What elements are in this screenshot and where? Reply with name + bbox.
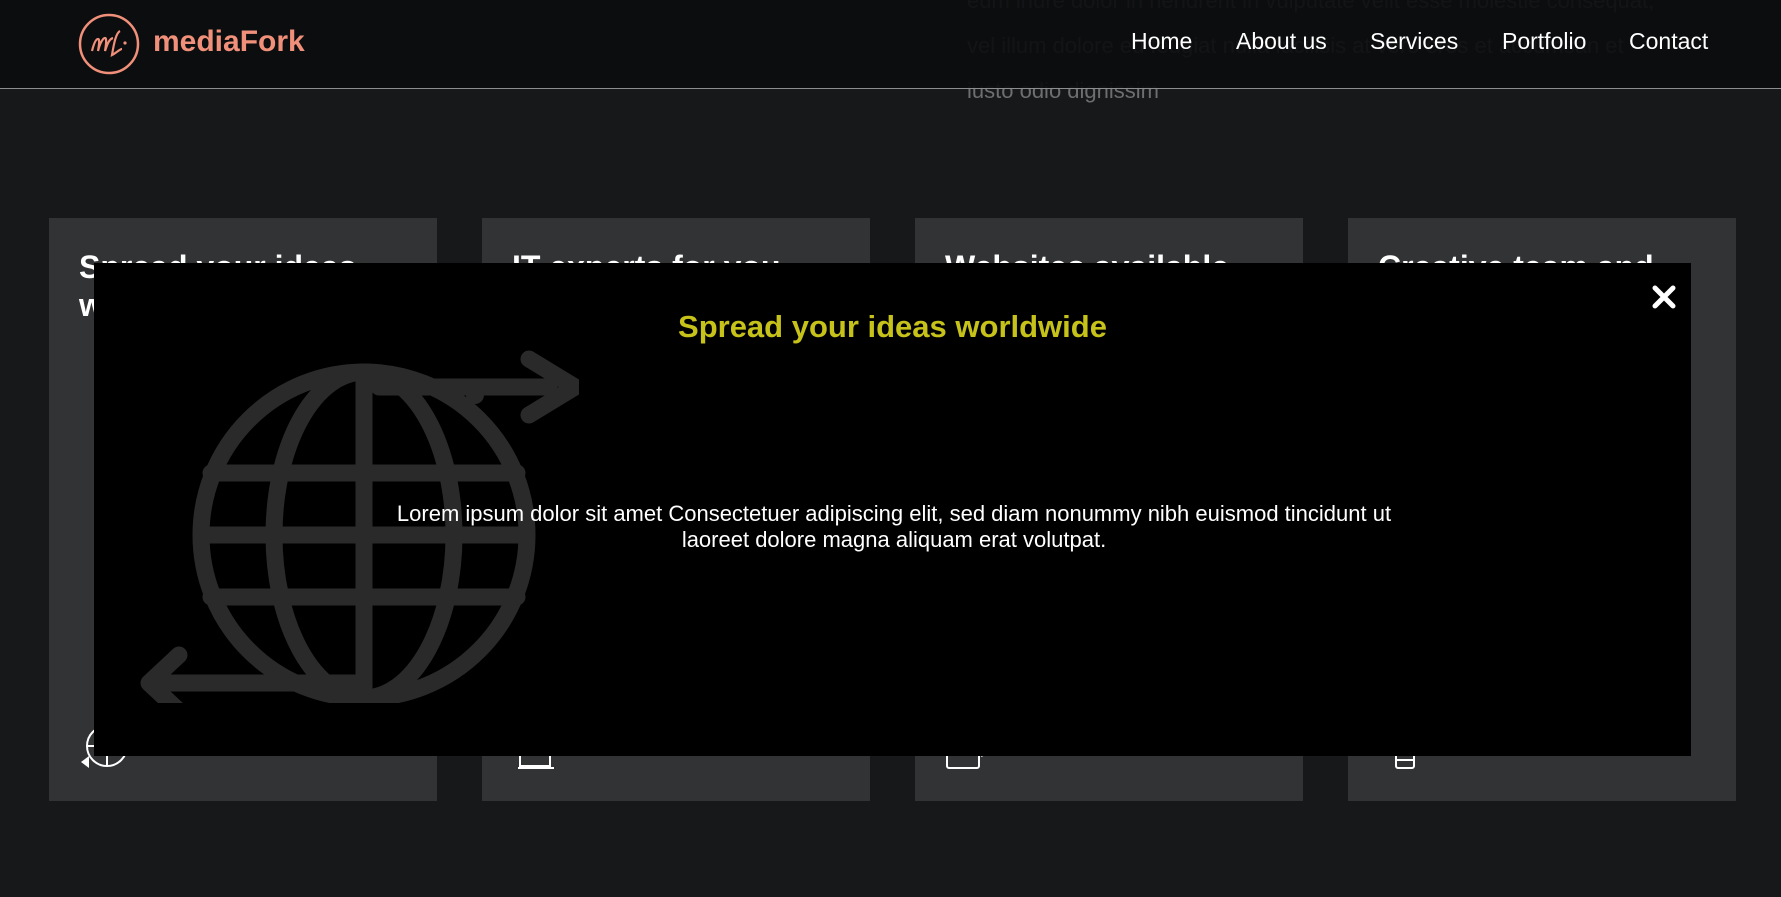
close-icon[interactable] <box>1650 283 1678 311</box>
site-header: mediaFork Home About us Services Portfol… <box>0 0 1781 89</box>
nav-home[interactable]: Home <box>1131 28 1192 55</box>
nav-contact[interactable]: Contact <box>1629 28 1708 55</box>
nav-portfolio[interactable]: Portfolio <box>1502 28 1586 55</box>
main-nav: Home About us Services Portfolio Contact <box>0 28 1781 62</box>
nav-services[interactable]: Services <box>1370 28 1458 55</box>
service-modal: Spread your ideas worldwide Lorem ipsum … <box>94 263 1691 756</box>
nav-about-us[interactable]: About us <box>1236 28 1327 55</box>
modal-body: Lorem ipsum dolor sit amet Consectetuer … <box>396 501 1392 552</box>
modal-title: Spread your ideas worldwide <box>678 309 1107 344</box>
